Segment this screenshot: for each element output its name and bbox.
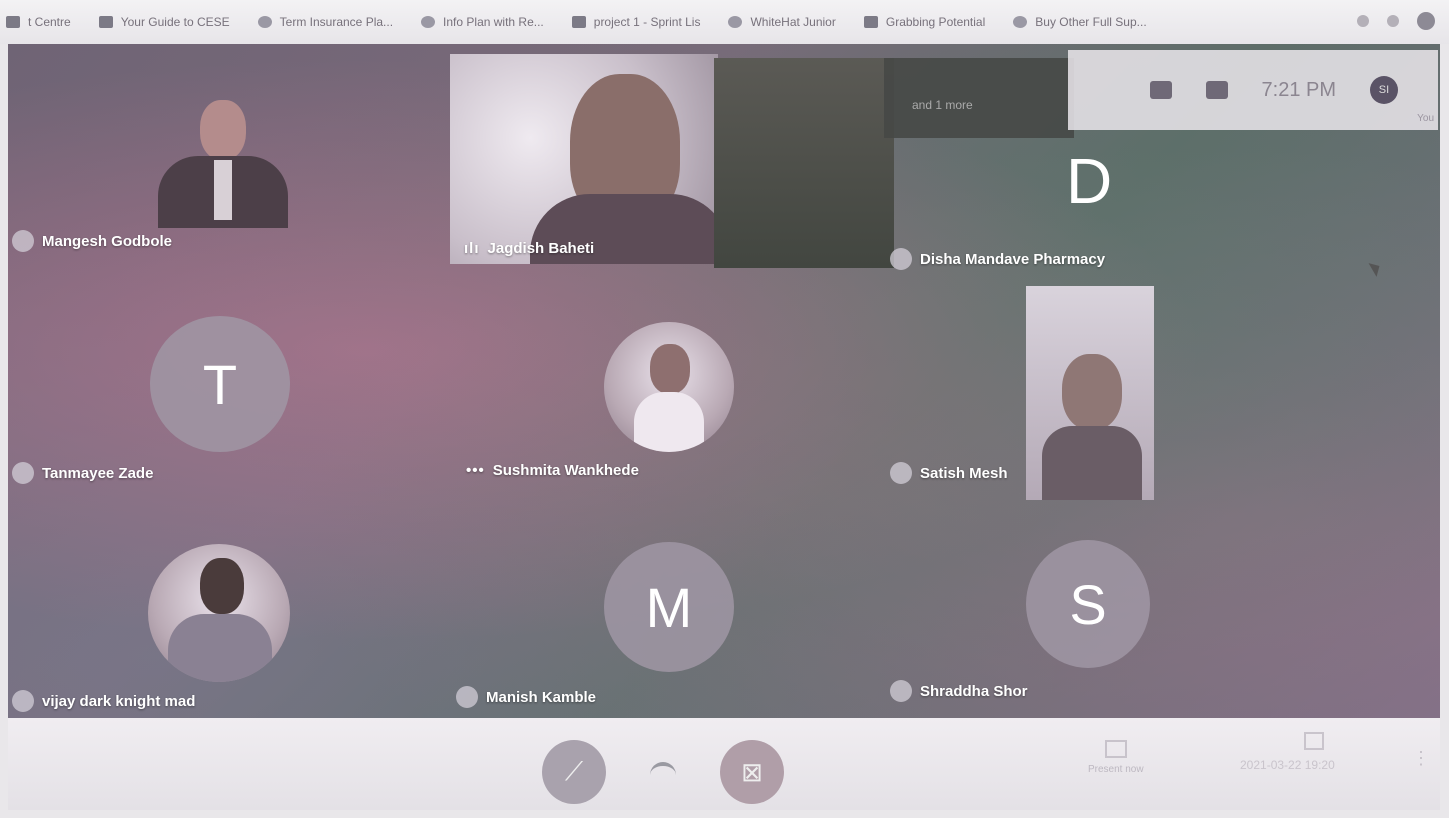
avatar-letter: D <box>1066 145 1113 217</box>
participant-name: Sushmita Wankhede <box>492 462 639 479</box>
bookmark-label: t Centre <box>28 15 71 29</box>
doc-icon <box>98 16 113 28</box>
screen-icon <box>1304 732 1324 750</box>
bookmark-item[interactable]: Term Insurance Pla... <box>257 15 394 29</box>
extension-icon[interactable] <box>1357 15 1369 27</box>
meeting-top-bar: 7:21 PM SI You <box>1068 50 1438 130</box>
bookmark-label: Info Plan with Re... <box>443 15 544 29</box>
bookmark-item[interactable]: t Centre <box>6 15 71 29</box>
more-options-button[interactable]: ⋮ <box>1412 748 1430 769</box>
audio-indicator-icon: ••• <box>466 462 485 479</box>
participant-name: Shraddha Shor <box>920 682 1028 700</box>
bookmark-label: project 1 - Sprint Lis <box>593 15 701 29</box>
chat-icon[interactable] <box>1205 81 1228 99</box>
participant-video <box>1026 286 1154 500</box>
timestamp: 2021-03-22 19:20 <box>1240 758 1335 772</box>
avatar-photo <box>604 322 734 452</box>
avatar-circle: S <box>1026 540 1150 668</box>
bookmark-item[interactable]: project 1 - Sprint Lis <box>571 15 701 29</box>
mic-off-icon: ⟋ <box>564 756 584 786</box>
participant-name: Tanmayee Zade <box>42 464 154 482</box>
meeting-controls: ⟋ ⊠ Present now 2021-03-22 19:20 ⋮ <box>8 718 1440 810</box>
profile-avatar-icon[interactable] <box>1417 12 1435 30</box>
leave-call-button[interactable] <box>644 748 684 788</box>
bookmark-item[interactable]: WhiteHat Junior <box>728 15 836 29</box>
participant-video-dark: and 1 more <box>884 58 1074 138</box>
tag-icon <box>1013 16 1028 28</box>
participant-name: vijay dark knight mad <box>42 692 196 710</box>
bookmark-label: Your Guide to CESE <box>120 15 230 29</box>
participant-name: Manish Kamble <box>486 688 597 706</box>
doc-icon <box>863 16 878 28</box>
participant-name: Mangesh Godbole <box>42 232 173 250</box>
participant-label: ••• Sushmita Wankhede <box>466 462 639 479</box>
mic-off-icon <box>890 462 912 484</box>
avatar-circle: T <box>150 316 290 452</box>
browser-actions <box>1357 12 1435 30</box>
present-label: Present now <box>1088 764 1144 775</box>
participant-name: Disha Mandave Pharmacy <box>920 250 1106 268</box>
sheet-icon <box>571 16 586 28</box>
camera-toggle-button[interactable]: ⊠ <box>720 740 784 804</box>
participant-label: Tanmayee Zade <box>12 462 153 484</box>
globe-icon <box>421 16 436 28</box>
participant-video <box>450 54 718 264</box>
mic-off-icon <box>456 686 478 708</box>
participant-label: Manish Kamble <box>456 686 596 708</box>
mic-off-icon <box>890 680 912 702</box>
participant-label: ılı Jagdish Baheti <box>464 240 594 257</box>
bookmark-item[interactable]: Grabbing Potential <box>863 15 986 29</box>
self-initials: SI <box>1378 84 1390 96</box>
participant-label: Satish Mesh <box>890 462 1008 484</box>
clock-icon <box>728 16 743 28</box>
bookmark-item[interactable]: Your Guide to CESE <box>98 15 230 29</box>
bookmark-item[interactable]: Buy Other Full Sup... <box>1013 15 1147 29</box>
bookmark-item[interactable]: Info Plan with Re... <box>421 15 544 29</box>
bookmark-label: WhiteHat Junior <box>750 15 836 29</box>
link-icon <box>257 16 272 28</box>
audio-indicator-icon: ılı <box>464 240 480 257</box>
self-avatar: SI <box>1370 76 1398 104</box>
mic-off-icon <box>890 248 912 270</box>
mic-off-icon <box>12 462 34 484</box>
meeting-grid: Mangesh Godbole and 1 more ılı Jagdish B… <box>8 44 1440 724</box>
meeting-time: 7:21 PM <box>1261 78 1336 101</box>
participant-label: Disha Mandave Pharmacy <box>890 248 1105 270</box>
avatar-circle: M <box>604 542 734 672</box>
participant-video-dark <box>714 58 894 268</box>
self-label: You <box>1417 113 1434 124</box>
bookmark-label: Grabbing Potential <box>885 15 986 29</box>
star-icon[interactable] <box>1387 15 1399 27</box>
bookmark-label: Buy Other Full Sup... <box>1035 15 1147 29</box>
mic-off-icon <box>12 230 34 252</box>
avatar-photo <box>148 544 290 682</box>
camera-off-icon: ⊠ <box>741 756 763 787</box>
mic-toggle-button[interactable]: ⟋ <box>542 740 606 804</box>
page-icon <box>6 16 20 28</box>
avatar-letter: M <box>645 575 693 639</box>
present-icon <box>1104 740 1127 758</box>
participant-name: Jagdish Baheti <box>487 240 595 257</box>
mouse-cursor-icon <box>1368 259 1384 277</box>
people-icon[interactable] <box>1149 81 1172 99</box>
mic-off-icon <box>12 690 34 712</box>
participant-photo <box>158 94 288 234</box>
participant-label: vijay dark knight mad <box>12 690 195 712</box>
participant-label: Shraddha Shor <box>890 680 1028 702</box>
bookmarks-bar: t Centre Your Guide to CESE Term Insuran… <box>0 0 1449 44</box>
participant-label: Mangesh Godbole <box>12 230 172 252</box>
avatar-letter: S <box>1069 572 1107 636</box>
present-now-button[interactable]: Present now <box>1088 740 1144 775</box>
avatar-letter: T <box>202 352 238 416</box>
banner-text: and 1 more <box>912 98 973 112</box>
bookmark-label: Term Insurance Pla... <box>279 15 394 29</box>
participant-name: Satish Mesh <box>920 464 1008 482</box>
